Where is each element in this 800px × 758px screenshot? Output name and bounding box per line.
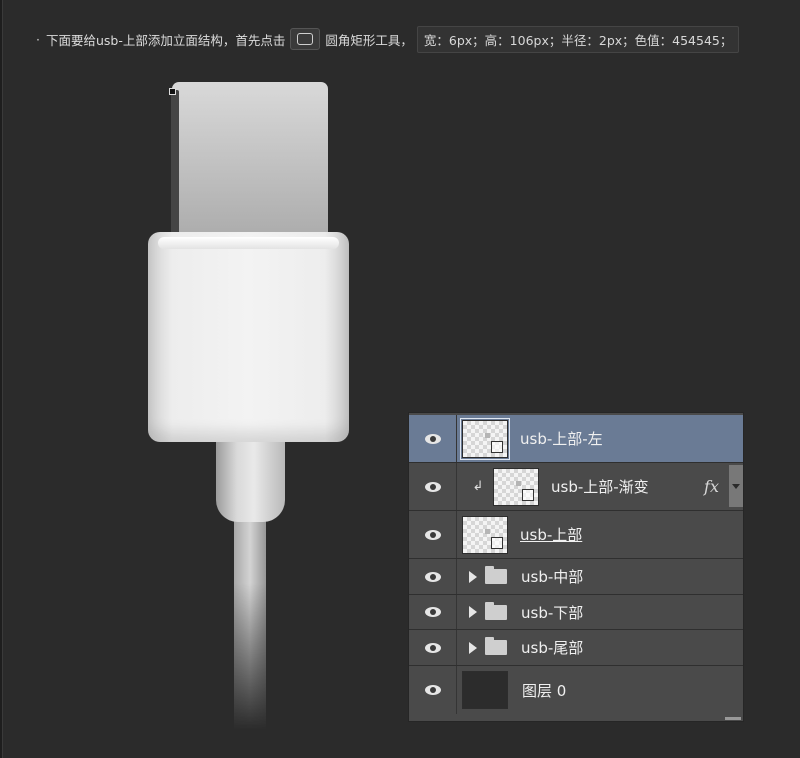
shape-layer-icon — [491, 537, 503, 549]
layer-thumbnail — [462, 420, 508, 458]
layer-thumbnail — [462, 516, 508, 554]
eye-icon — [425, 607, 441, 617]
path-anchor-point[interactable] — [169, 88, 176, 95]
layer-group-row[interactable]: usb-下部 — [409, 595, 743, 630]
layer-effects-icon[interactable]: fx — [704, 477, 719, 496]
layer-row[interactable]: usb-上部-左 — [409, 415, 743, 463]
layer-name: usb-上部-左 — [520, 428, 603, 449]
eye-icon — [425, 434, 441, 444]
eye-icon — [425, 685, 441, 695]
layer-group-row[interactable]: usb-尾部 — [409, 630, 743, 666]
expand-arrow-icon[interactable] — [469, 606, 477, 618]
visibility-toggle[interactable] — [409, 511, 457, 558]
visibility-toggle[interactable] — [409, 463, 457, 510]
layer-name: usb-上部-渐变 — [551, 476, 649, 497]
clipping-mask-arrow-icon: ↲ — [471, 479, 485, 494]
group-name: usb-中部 — [521, 566, 583, 587]
usb-plug-left-strip[interactable] — [171, 90, 179, 248]
usb-illustration — [0, 0, 400, 758]
folder-icon — [485, 640, 507, 655]
eye-icon — [425, 572, 441, 582]
visibility-toggle[interactable] — [409, 559, 457, 594]
usb-body — [148, 232, 349, 442]
visibility-toggle[interactable] — [409, 415, 457, 462]
layer-row[interactable]: usb-上部 — [409, 511, 743, 559]
eye-icon — [425, 643, 441, 653]
usb-plug-metal — [172, 82, 328, 248]
layers-panel: usb-上部-左 ↲ usb-上部-渐变 fx usb-上部 usb-中部 us… — [408, 412, 744, 722]
usb-cable — [234, 520, 266, 730]
group-name: usb-尾部 — [521, 637, 583, 658]
chevron-down-icon — [732, 484, 740, 489]
shape-layer-icon — [522, 489, 534, 501]
usb-neck — [216, 440, 285, 522]
folder-icon — [485, 569, 507, 584]
tool-params: 宽：6px；高：106px；半径：2px；色值：454545； — [417, 26, 739, 53]
usb-body-top-rim — [158, 237, 339, 249]
layer-thumbnail — [493, 468, 539, 506]
shape-layer-icon — [491, 441, 503, 453]
layer-name: 图层 0 — [522, 680, 566, 701]
layer-thumbnail — [462, 671, 508, 709]
expand-arrow-icon[interactable] — [469, 571, 477, 583]
layer-name: usb-上部 — [520, 524, 582, 545]
eye-icon — [425, 482, 441, 492]
layer-group-row[interactable]: usb-中部 — [409, 559, 743, 595]
panel-scrollbar[interactable] — [725, 717, 741, 720]
visibility-toggle[interactable] — [409, 630, 457, 665]
layer-row[interactable]: 图层 0 — [409, 666, 743, 714]
group-name: usb-下部 — [521, 602, 583, 623]
layer-row[interactable]: ↲ usb-上部-渐变 fx — [409, 463, 743, 511]
visibility-toggle[interactable] — [409, 595, 457, 629]
folder-icon — [485, 605, 507, 620]
eye-icon — [425, 530, 441, 540]
effects-expand-toggle[interactable] — [729, 465, 743, 507]
visibility-toggle[interactable] — [409, 666, 457, 714]
expand-arrow-icon[interactable] — [469, 642, 477, 654]
